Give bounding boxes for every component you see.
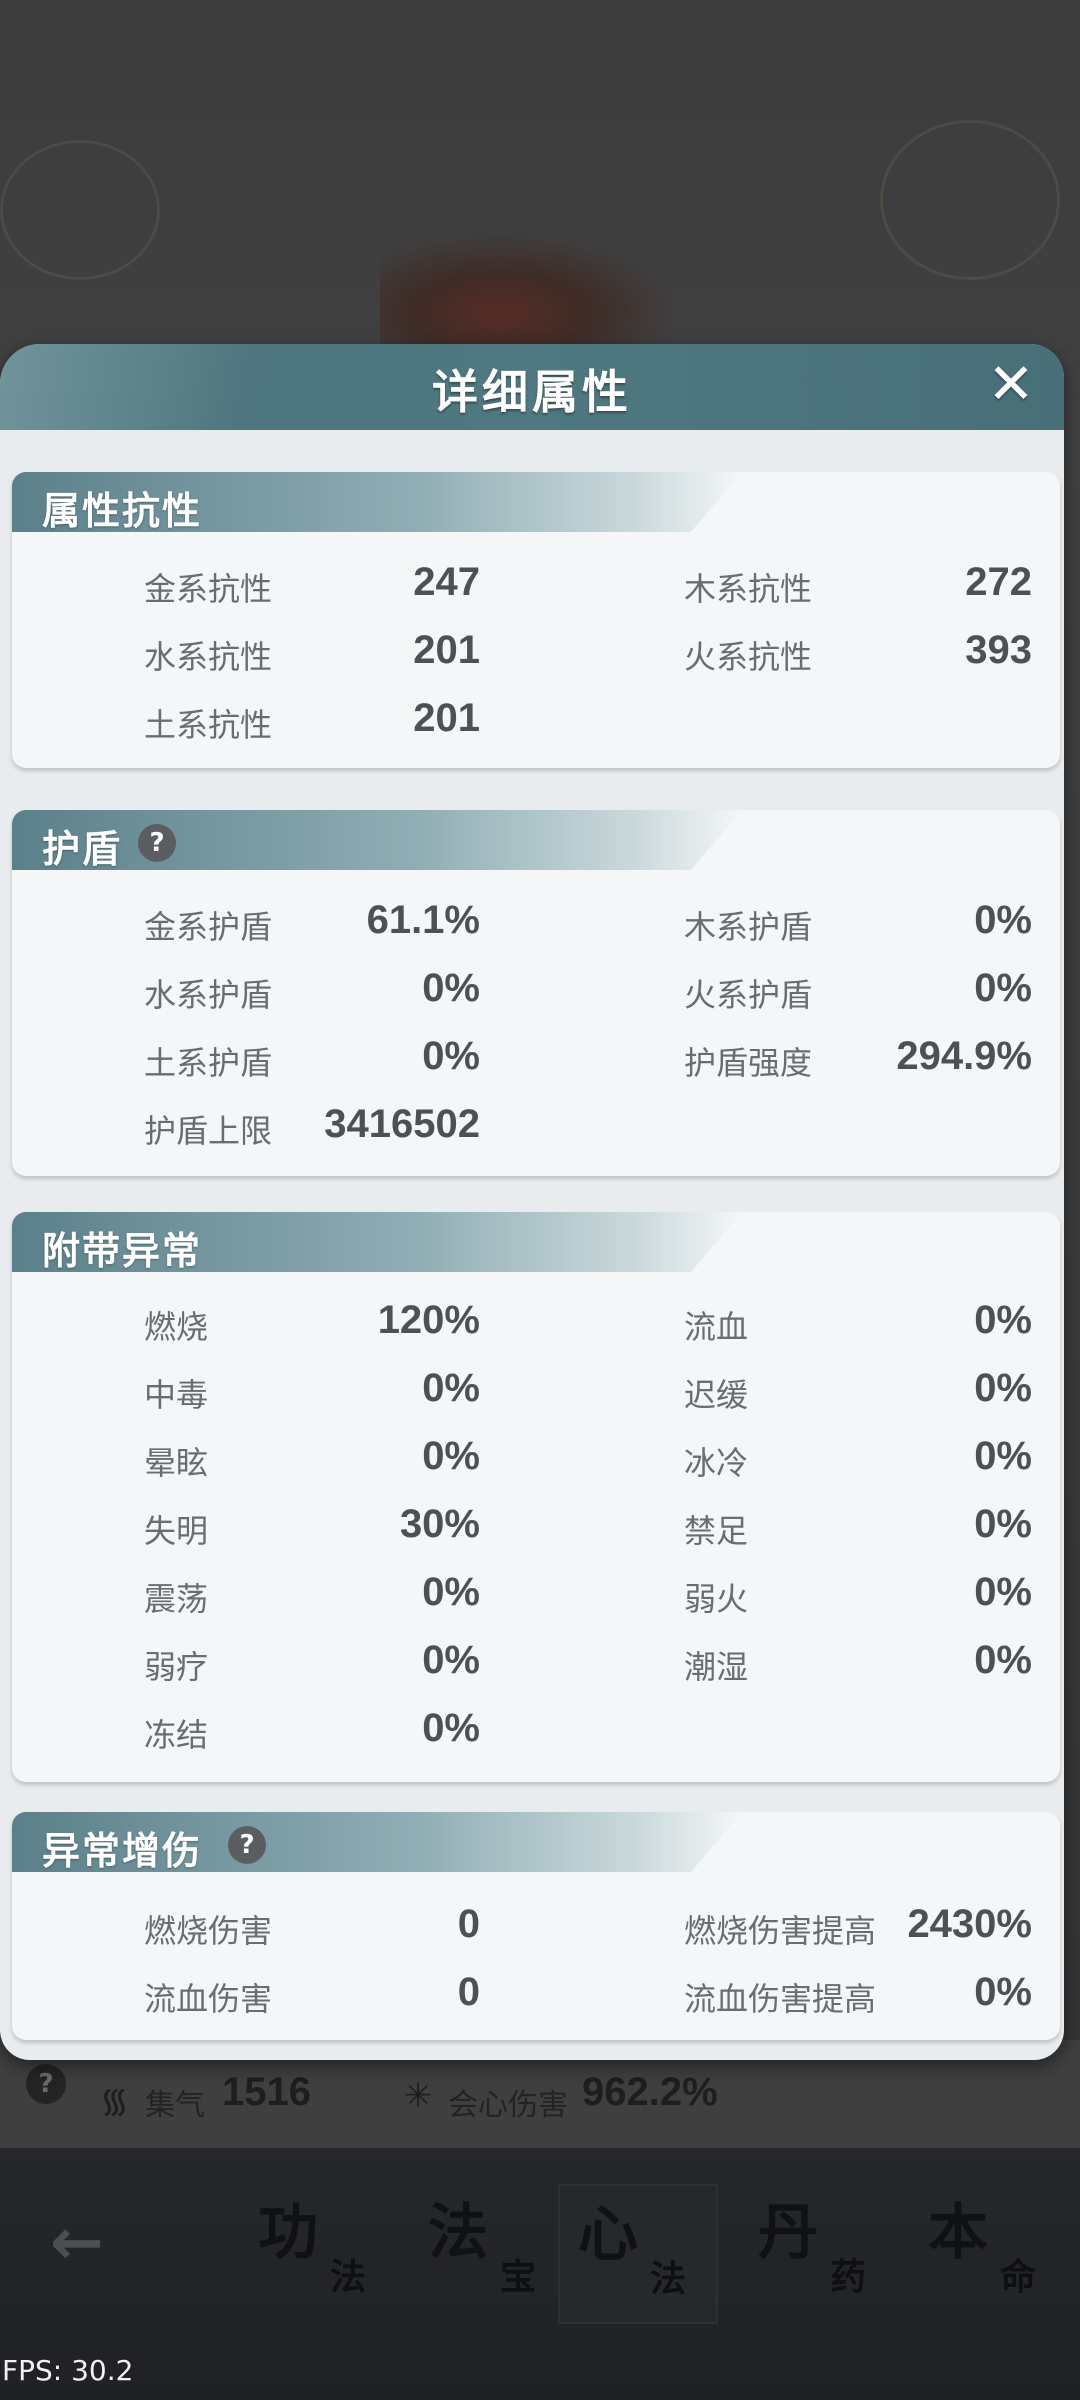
close-icon[interactable]: ✕ — [980, 354, 1042, 416]
stat-label: 土系护盾 — [144, 1044, 273, 1082]
stat-value: 0% — [974, 1638, 1032, 1682]
stat-value: 2430% — [907, 1902, 1032, 1946]
tab-small-char: 法 — [650, 2258, 687, 2300]
tab-benming[interactable]: 本 命 — [910, 2184, 1070, 2324]
stat-label: 燃烧 — [144, 1308, 209, 1346]
stat-label: 流血伤害提高 — [684, 1980, 877, 2018]
crit-value: 962.2% — [582, 2070, 718, 2114]
tab-big-char: 法 — [428, 2198, 488, 2268]
arrow-left-icon[interactable]: ← — [50, 2208, 130, 2278]
tab-big-char: 功 — [258, 2198, 318, 2268]
stat-label: 木系护盾 — [684, 908, 813, 946]
bottom-nav: ← 功 法 法 宝 心 法 丹 药 本 命 — [0, 2148, 1080, 2400]
crit-label: 会心伤害 — [448, 2088, 568, 2123]
stat-label: 冻结 — [144, 1716, 209, 1754]
stat-label: 土系抗性 — [144, 706, 273, 744]
stat-value: 120% — [377, 1298, 480, 1342]
stat-value: 0% — [422, 1706, 480, 1750]
tab-gongfa[interactable]: 功 法 — [240, 2184, 400, 2324]
stat-label: 失明 — [144, 1512, 209, 1550]
stat-value: 0% — [422, 1434, 480, 1478]
stat-label: 流血 — [684, 1308, 749, 1346]
stat-label: 护盾上限 — [144, 1112, 273, 1150]
stat-value: 201 — [413, 628, 480, 672]
stat-value: 201 — [413, 696, 480, 740]
panel-abnormal: 附带异常 燃烧 120% 流血 0% 中毒 0% 迟缓 0% 晕眩 0% 冰冷 … — [12, 1212, 1060, 1782]
panel-title: 属性抗性 — [42, 489, 203, 533]
stat-label: 震荡 — [144, 1580, 209, 1618]
stat-label: 水系抗性 — [144, 638, 273, 676]
stat-label: 燃烧伤害 — [144, 1912, 273, 1950]
tab-fabao[interactable]: 法 宝 — [410, 2184, 570, 2324]
stat-label: 火系护盾 — [684, 976, 813, 1014]
stat-label: 弱火 — [684, 1580, 749, 1618]
stat-value: 0% — [974, 898, 1032, 942]
panel-resistance: 属性抗性 金系抗性 247 木系抗性 272 水系抗性 201 火系抗性 393… — [12, 472, 1060, 768]
stat-value: 247 — [413, 560, 480, 604]
tab-small-char: 命 — [1000, 2256, 1037, 2298]
fps-counter: FPS: 30.2 — [2, 2354, 134, 2387]
stat-value: 0% — [422, 1034, 480, 1078]
decorative-swirl — [880, 120, 1060, 280]
stat-value: 0% — [974, 1970, 1032, 2014]
crit-icon: ✳ — [404, 2076, 433, 2116]
tab-small-char: 法 — [330, 2256, 367, 2298]
tab-xinfa[interactable]: 心 法 — [558, 2184, 718, 2324]
stat-value: 0% — [974, 1366, 1032, 1410]
qi-label: 集气 — [145, 2088, 205, 2123]
tab-small-char: 药 — [830, 2256, 867, 2298]
panel-abnormal-damage: 异常增伤 ? 燃烧伤害 0 燃烧伤害提高 2430% 流血伤害 0 流血伤害提高… — [12, 1812, 1060, 2040]
help-icon[interactable]: ? — [138, 824, 176, 862]
tab-big-char: 心 — [578, 2200, 638, 2270]
stat-label: 火系抗性 — [684, 638, 813, 676]
tab-big-char: 丹 — [758, 2198, 818, 2268]
stat-label: 弱疗 — [144, 1648, 209, 1686]
qi-value: 1516 — [222, 2070, 311, 2114]
panel-title: 护盾 — [42, 827, 123, 871]
stat-value: 0% — [974, 1502, 1032, 1546]
modal-header: 详细属性 ✕ — [0, 344, 1064, 430]
stat-value: 0% — [422, 1366, 480, 1410]
tab-small-char: 宝 — [500, 2256, 537, 2298]
stat-value: 0% — [422, 1638, 480, 1682]
detail-attributes-modal: 详细属性 ✕ 属性抗性 金系抗性 247 木系抗性 272 水系抗性 201 火… — [0, 344, 1064, 2060]
stat-label: 潮湿 — [684, 1648, 749, 1686]
stat-value: 0 — [457, 1902, 480, 1946]
stat-value: 0% — [422, 966, 480, 1010]
help-icon[interactable]: ? — [228, 1826, 266, 1864]
stat-label: 水系护盾 — [144, 976, 273, 1014]
stat-value: 30% — [399, 1502, 480, 1546]
stat-value: 0% — [974, 1298, 1032, 1342]
decorative-swirl — [0, 140, 160, 280]
stat-label: 晕眩 — [144, 1444, 209, 1482]
qi-icon: ᯾ — [100, 2081, 129, 2121]
stat-label: 冰冷 — [684, 1444, 749, 1482]
stat-label: 中毒 — [144, 1376, 209, 1414]
stat-label: 迟缓 — [684, 1376, 749, 1414]
tab-big-char: 本 — [928, 2198, 988, 2268]
help-icon: ? — [26, 2064, 66, 2104]
stat-label: 禁足 — [684, 1512, 749, 1550]
tab-danyao[interactable]: 丹 药 — [740, 2184, 900, 2324]
stat-value: 294.9% — [896, 1034, 1032, 1078]
stat-label: 金系护盾 — [144, 908, 273, 946]
stat-value: 0% — [974, 1570, 1032, 1614]
stat-value: 0% — [422, 1570, 480, 1614]
stat-label: 护盾强度 — [684, 1044, 813, 1082]
stat-value: 0% — [974, 1434, 1032, 1478]
panel-title: 异常增伤 — [42, 1829, 203, 1873]
stat-value: 61.1% — [366, 898, 480, 942]
stat-value: 0 — [457, 1970, 480, 2014]
stat-value: 393 — [965, 628, 1032, 672]
stat-value: 272 — [965, 560, 1032, 604]
stat-label: 木系抗性 — [684, 570, 813, 608]
stat-value: 3416502 — [324, 1102, 480, 1146]
modal-title: 详细属性 — [432, 365, 632, 419]
stat-value: 0% — [974, 966, 1032, 1010]
panel-shield: 护盾 ? 金系护盾 61.1% 木系护盾 0% 水系护盾 0% 火系护盾 0% … — [12, 810, 1060, 1176]
stat-label: 金系抗性 — [144, 570, 273, 608]
stat-label: 燃烧伤害提高 — [684, 1912, 877, 1950]
stat-label: 流血伤害 — [144, 1980, 273, 2018]
panel-title: 附带异常 — [42, 1229, 203, 1273]
